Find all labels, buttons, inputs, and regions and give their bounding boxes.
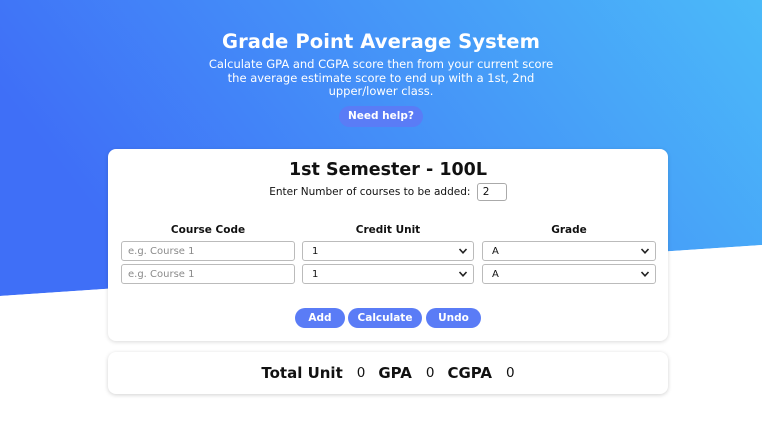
course-count-input[interactable] bbox=[476, 183, 507, 201]
cgpa-label: CGPA bbox=[447, 364, 493, 382]
total-unit-label: Total Unit bbox=[261, 364, 343, 382]
page-title: Grade Point Average System bbox=[221, 30, 541, 53]
gpa-label: GPA bbox=[378, 364, 412, 382]
chevron-down-icon bbox=[640, 271, 650, 277]
add-button[interactable]: Add bbox=[295, 308, 345, 328]
chevron-down-icon bbox=[458, 248, 468, 254]
column-header-grade: Grade bbox=[551, 224, 587, 236]
grade-value: A bbox=[492, 245, 499, 257]
totals-card: Total Unit 0 GPA 0 CGPA 0 bbox=[108, 352, 668, 394]
undo-button[interactable]: Undo bbox=[426, 308, 481, 328]
grade-select[interactable]: A bbox=[482, 241, 656, 261]
column-header-course-code: Course Code bbox=[170, 224, 246, 236]
credit-unit-select[interactable]: 1 bbox=[302, 264, 474, 284]
course-code-input[interactable] bbox=[121, 264, 295, 284]
grade-value: A bbox=[492, 268, 499, 280]
semester-card: 1st Semester - 100L Enter Number of cour… bbox=[108, 149, 668, 341]
column-header-credit-unit: Credit Unit bbox=[355, 224, 421, 236]
course-count-row: Enter Number of courses to be added: bbox=[108, 183, 668, 201]
total-unit-value: 0 bbox=[356, 365, 366, 381]
cgpa-value: 0 bbox=[506, 365, 515, 381]
credit-unit-value: 1 bbox=[312, 245, 319, 257]
page-subtitle: Calculate GPA and CGPA score then from y… bbox=[208, 57, 554, 98]
need-help-button[interactable]: Need help? bbox=[339, 105, 423, 127]
gpa-value: 0 bbox=[425, 365, 435, 381]
hero-section: Grade Point Average System Calculate GPA… bbox=[0, 0, 762, 127]
semester-title: 1st Semester - 100L bbox=[288, 160, 488, 180]
course-code-input[interactable] bbox=[121, 241, 295, 261]
credit-unit-select[interactable]: 1 bbox=[302, 241, 474, 261]
course-count-label: Enter Number of courses to be added: bbox=[269, 186, 471, 198]
credit-unit-value: 1 bbox=[312, 268, 319, 280]
calculate-button[interactable]: Calculate bbox=[348, 308, 422, 328]
chevron-down-icon bbox=[458, 271, 468, 277]
chevron-down-icon bbox=[640, 248, 650, 254]
grade-select[interactable]: A bbox=[482, 264, 656, 284]
